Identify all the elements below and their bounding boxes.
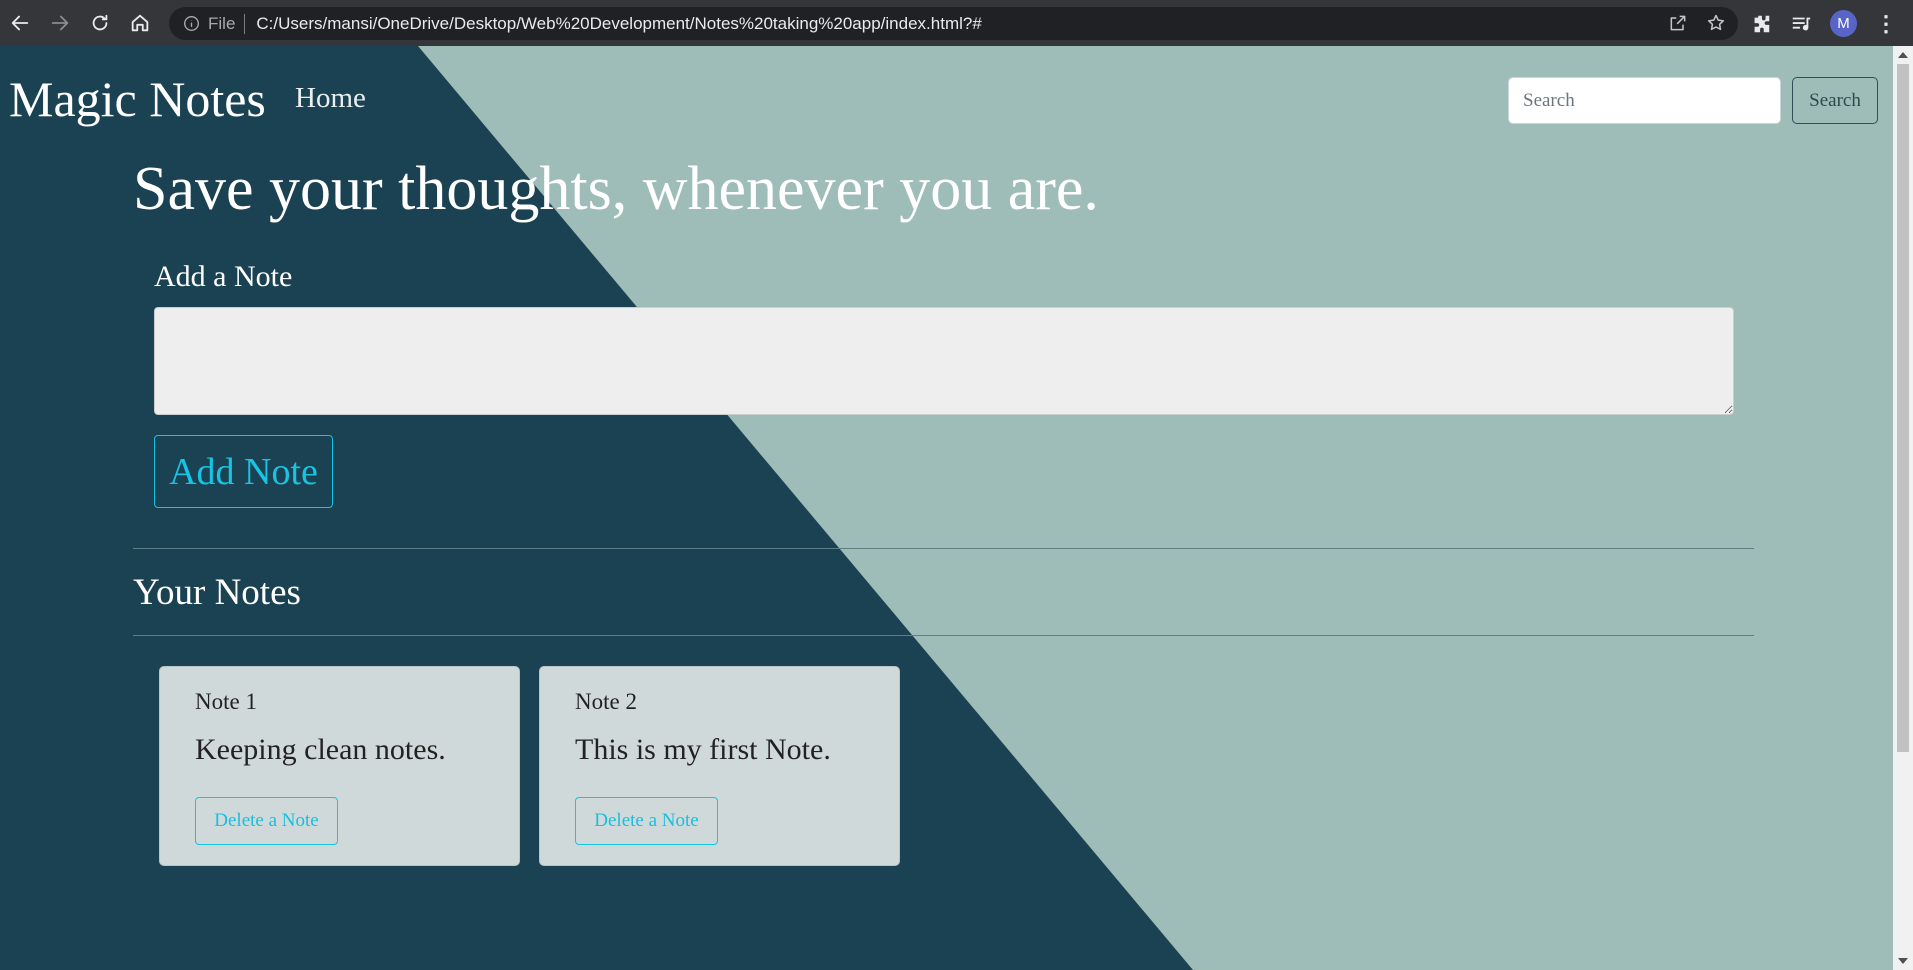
brand-logo[interactable]: Magic Notes (9, 70, 266, 128)
home-button[interactable] (120, 0, 160, 46)
scroll-down-arrow[interactable] (1898, 958, 1908, 964)
your-notes-heading: Your Notes (133, 572, 301, 613)
omnibox-divider (244, 13, 246, 34)
page-headline: Save your thoughts, whenever you are. (133, 155, 1099, 223)
note-text: Keeping clean notes. (195, 733, 446, 766)
extensions-puzzle-icon[interactable] (1750, 13, 1772, 35)
browser-toolbar: File C:/Users/mansi/OneDrive/Desktop/Web… (0, 0, 1913, 46)
forward-arrow-icon (51, 15, 69, 31)
info-icon[interactable] (183, 15, 200, 32)
note-textarea[interactable] (154, 307, 1734, 415)
back-arrow-icon (11, 15, 29, 31)
media-queue-icon[interactable] (1790, 13, 1812, 35)
vertical-scrollbar[interactable] (1893, 46, 1913, 970)
scrollbar-thumb[interactable] (1897, 64, 1909, 752)
note-card: Note 2 This is my first Note. Delete a N… (539, 666, 900, 866)
url-text[interactable]: C:/Users/mansi/OneDrive/Desktop/Web%20De… (256, 14, 981, 34)
reload-icon (92, 14, 108, 31)
back-button[interactable] (0, 0, 40, 46)
delete-note-button[interactable]: Delete a Note (195, 797, 338, 845)
page-viewport: Magic Notes Home Search Save your though… (0, 46, 1893, 970)
add-note-label: Add a Note (154, 260, 293, 293)
note-card: Note 1 Keeping clean notes. Delete a Not… (159, 666, 520, 866)
divider-bottom (133, 635, 1754, 636)
reload-button[interactable] (80, 0, 120, 46)
note-text: This is my first Note. (575, 733, 831, 766)
search-input[interactable] (1508, 77, 1781, 124)
search-button[interactable]: Search (1792, 77, 1878, 124)
home-icon (131, 14, 149, 32)
address-bar[interactable]: File C:/Users/mansi/OneDrive/Desktop/Web… (169, 7, 1738, 40)
forward-button[interactable] (40, 0, 80, 46)
share-icon[interactable] (1668, 13, 1688, 33)
profile-avatar[interactable]: M (1830, 10, 1857, 37)
scroll-up-arrow[interactable] (1898, 52, 1908, 58)
bookmark-star-icon[interactable] (1706, 13, 1726, 33)
delete-note-button[interactable]: Delete a Note (575, 797, 718, 845)
file-scheme-label: File (208, 13, 236, 33)
add-note-button[interactable]: Add Note (154, 435, 333, 508)
note-title: Note 2 (575, 689, 637, 714)
browser-menu-icon[interactable]: ⋮ (1875, 12, 1897, 35)
divider-top (133, 548, 1754, 549)
note-title: Note 1 (195, 689, 257, 714)
nav-home-link[interactable]: Home (295, 82, 366, 115)
